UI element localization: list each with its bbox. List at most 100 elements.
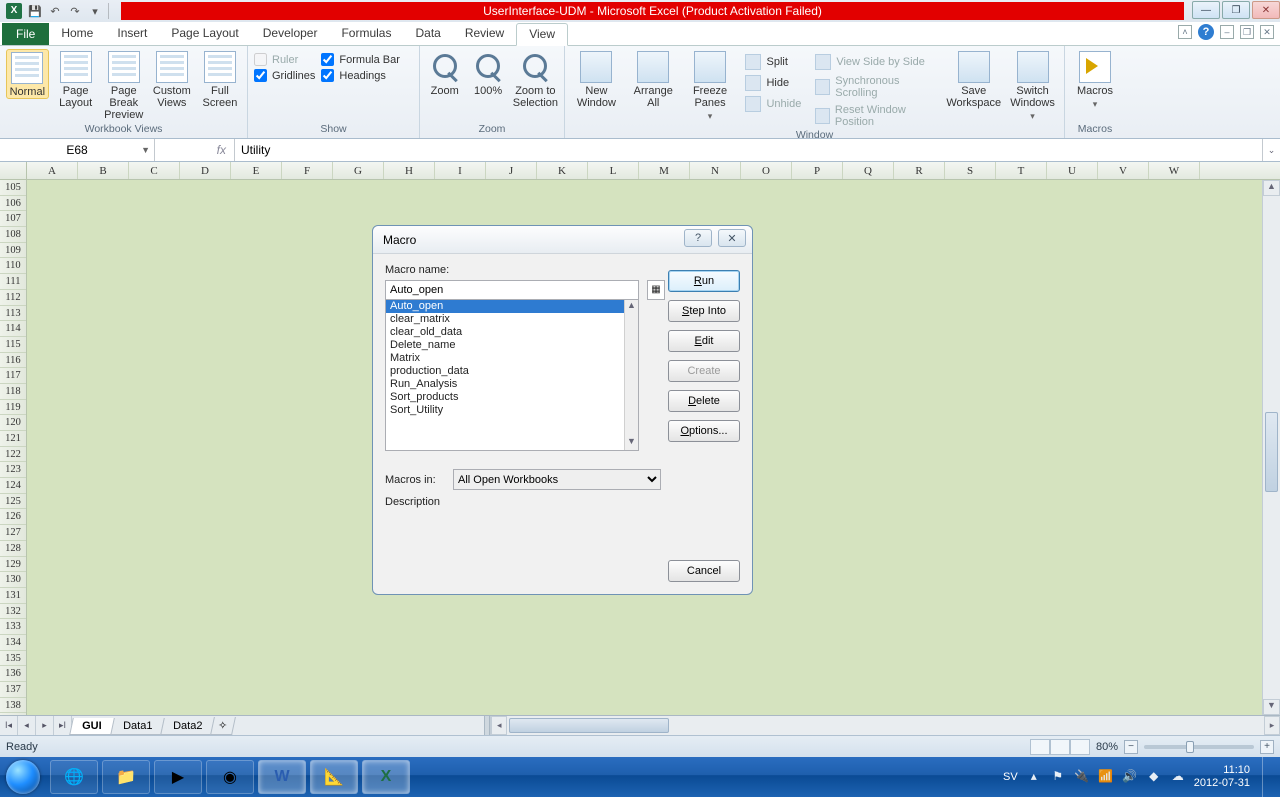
tray-show-hidden-icon[interactable]: ▴: [1026, 769, 1042, 785]
listbox-scroll-down-icon[interactable]: ▼: [625, 436, 638, 450]
row-header[interactable]: 112: [0, 290, 26, 306]
macro-name-reference-icon[interactable]: ▦: [647, 280, 665, 300]
scroll-left-icon[interactable]: ◂: [491, 716, 507, 735]
row-header[interactable]: 128: [0, 541, 26, 557]
vertical-scroll-thumb[interactable]: [1265, 412, 1278, 492]
column-header[interactable]: P: [792, 162, 843, 179]
formula-bar-checkbox[interactable]: Formula Bar: [321, 53, 400, 66]
tab-view[interactable]: View: [516, 23, 568, 46]
scroll-down-icon[interactable]: ▼: [1263, 699, 1280, 715]
new-window-button[interactable]: New Window: [571, 49, 622, 109]
column-header[interactable]: N: [690, 162, 741, 179]
scroll-up-icon[interactable]: ▲: [1263, 180, 1280, 196]
qat-redo-icon[interactable]: ↷: [66, 2, 84, 20]
row-header[interactable]: 124: [0, 478, 26, 494]
row-header[interactable]: 106: [0, 196, 26, 212]
dialog-titlebar[interactable]: Macro ? ✕: [373, 226, 752, 254]
help-icon[interactable]: ?: [1198, 24, 1214, 40]
row-header[interactable]: 136: [0, 666, 26, 682]
row-header[interactable]: 108: [0, 227, 26, 243]
maximize-button[interactable]: ❐: [1222, 1, 1250, 19]
row-header[interactable]: 113: [0, 306, 26, 322]
taskbar-chrome-icon[interactable]: ◉: [206, 760, 254, 794]
macro-list-item[interactable]: Sort_Utility: [386, 404, 624, 417]
input-language[interactable]: SV: [1003, 771, 1018, 783]
row-header[interactable]: 107: [0, 211, 26, 227]
row-header[interactable]: 109: [0, 243, 26, 259]
show-desktop-button[interactable]: [1262, 757, 1272, 797]
headings-checkbox[interactable]: Headings: [321, 69, 400, 82]
column-header[interactable]: J: [486, 162, 537, 179]
sheet-tab-gui[interactable]: GUI: [69, 718, 114, 735]
row-header[interactable]: 111: [0, 274, 26, 290]
zoom-in-button[interactable]: +: [1260, 740, 1274, 754]
taskbar-word-icon[interactable]: W: [258, 760, 306, 794]
zoom-level[interactable]: 80%: [1096, 741, 1118, 753]
minimize-button[interactable]: —: [1192, 1, 1220, 19]
zoom-button[interactable]: Zoom: [426, 49, 463, 97]
mdi-restore-icon[interactable]: ❐: [1240, 25, 1254, 39]
cancel-button[interactable]: Cancel: [668, 560, 740, 582]
column-header[interactable]: A: [27, 162, 78, 179]
macro-listbox[interactable]: Auto_openclear_matrixclear_old_dataDelet…: [385, 299, 639, 451]
name-box-input[interactable]: [27, 141, 127, 159]
row-header[interactable]: 137: [0, 682, 26, 698]
macro-list-item[interactable]: Auto_open: [386, 300, 624, 313]
tray-drive-icon[interactable]: ☁: [1170, 769, 1186, 785]
new-sheet-button[interactable]: ✧: [210, 717, 236, 735]
sheet-nav-next-icon[interactable]: ▸: [36, 716, 54, 735]
tray-app-icon[interactable]: ◆: [1146, 769, 1162, 785]
column-header[interactable]: V: [1098, 162, 1149, 179]
scroll-right-icon[interactable]: ▸: [1264, 716, 1280, 735]
sheet-nav-prev-icon[interactable]: ◂: [18, 716, 36, 735]
edit-button[interactable]: Edit: [668, 330, 740, 352]
macros-button[interactable]: Macros: [1071, 49, 1119, 110]
tray-flag-icon[interactable]: ⚑: [1050, 769, 1066, 785]
name-box-dropdown-icon[interactable]: ▼: [141, 145, 150, 155]
close-button[interactable]: ✕: [1252, 1, 1280, 19]
row-header[interactable]: 105: [0, 180, 26, 196]
qat-save-icon[interactable]: 💾: [26, 2, 44, 20]
macro-list-item[interactable]: clear_old_data: [386, 326, 624, 339]
row-header[interactable]: 129: [0, 557, 26, 573]
hide-button[interactable]: Hide: [741, 74, 805, 92]
tray-network-icon[interactable]: 📶: [1098, 769, 1114, 785]
delete-button[interactable]: Delete: [668, 390, 740, 412]
save-workspace-button[interactable]: Save Workspace: [946, 49, 1001, 109]
tab-review[interactable]: Review: [453, 23, 516, 45]
tab-page-layout[interactable]: Page Layout: [159, 23, 250, 45]
row-header[interactable]: 130: [0, 572, 26, 588]
column-header[interactable]: W: [1149, 162, 1200, 179]
tab-home[interactable]: Home: [49, 23, 105, 45]
ribbon-minimize-icon[interactable]: ˄: [1178, 25, 1192, 39]
row-header[interactable]: 115: [0, 337, 26, 353]
taskbar-excel-icon[interactable]: X: [362, 760, 410, 794]
zoom-100-button[interactable]: 100%: [469, 49, 506, 97]
qat-customize-icon[interactable]: ▾: [86, 2, 104, 20]
view-full-screen-button[interactable]: Full Screen: [199, 49, 241, 109]
select-all-corner[interactable]: [0, 162, 27, 179]
column-header[interactable]: F: [282, 162, 333, 179]
switch-windows-button[interactable]: Switch Windows: [1007, 49, 1058, 122]
row-header[interactable]: 131: [0, 588, 26, 604]
column-header[interactable]: T: [996, 162, 1047, 179]
macro-list-item[interactable]: Delete_name: [386, 339, 624, 352]
row-header[interactable]: 116: [0, 353, 26, 369]
gridlines-checkbox[interactable]: Gridlines: [254, 69, 315, 82]
column-header[interactable]: R: [894, 162, 945, 179]
step-into-button[interactable]: Step Into: [668, 300, 740, 322]
mdi-minimize-icon[interactable]: –: [1220, 25, 1234, 39]
macro-list-item[interactable]: Sort_products: [386, 391, 624, 404]
formula-input[interactable]: [235, 139, 1262, 161]
zoom-slider[interactable]: [1144, 745, 1254, 749]
macros-in-select[interactable]: All Open Workbooks: [453, 469, 661, 490]
macro-list-item[interactable]: clear_matrix: [386, 313, 624, 326]
row-header[interactable]: 127: [0, 525, 26, 541]
row-header[interactable]: 138: [0, 698, 26, 714]
zoom-out-button[interactable]: −: [1124, 740, 1138, 754]
view-page-layout-icon[interactable]: [1050, 739, 1070, 755]
row-header[interactable]: 119: [0, 400, 26, 416]
split-button[interactable]: Split: [741, 53, 805, 71]
tray-volume-icon[interactable]: 🔊: [1122, 769, 1138, 785]
sheet-tab-data1[interactable]: Data1: [110, 718, 165, 735]
